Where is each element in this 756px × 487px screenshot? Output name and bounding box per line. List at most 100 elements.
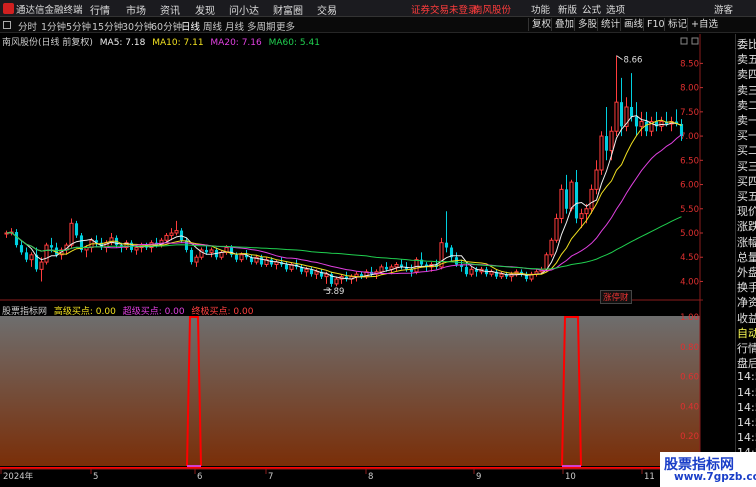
price-axis-label: 4.00 — [680, 277, 699, 287]
period-fenshi[interactable]: 分时 — [18, 19, 37, 33]
chart-area[interactable]: 8.50 8.00 7.50 7.00 6.50 6.00 5.50 5.00 4.50 4.00… — [0, 34, 703, 481]
price-axis-label: 4.50 — [680, 253, 699, 263]
logo-badge: 涨停财 — [600, 290, 632, 304]
side-panel-row: 委比 — [737, 38, 756, 51]
menu-wenxiaoda[interactable]: 问小达 — [229, 2, 259, 17]
menu-caifuquan[interactable]: 财富圈 — [273, 2, 303, 17]
period-daily[interactable]: 日线 — [181, 19, 200, 33]
add-watchlist-button[interactable]: +自选 — [687, 18, 721, 31]
period-5min[interactable]: 5分钟 — [66, 19, 91, 33]
candle-body — [39, 261, 44, 270]
period-1min[interactable]: 1分钟 — [41, 19, 66, 33]
legend-ma10: MA10: 7.11 — [152, 38, 204, 48]
menu-faxian[interactable]: 发现 — [195, 2, 215, 17]
pane-settings-icon — [680, 37, 688, 45]
indicator-axis-label: 1.00 — [680, 313, 699, 323]
indicator-name: 股票指标网 — [2, 307, 48, 317]
period-15min[interactable]: 15分钟 — [92, 19, 123, 33]
candle-body — [499, 273, 504, 278]
candle-body — [629, 107, 634, 117]
candle-body — [619, 102, 624, 127]
candle-body — [584, 208, 589, 215]
menu-shichang[interactable]: 市场 — [126, 2, 146, 17]
menu-hangqing[interactable]: 行情 — [90, 2, 110, 17]
candle-body — [204, 249, 209, 253]
candle-body — [564, 189, 569, 209]
candle-body — [574, 182, 579, 219]
indicator-s2: 超级买点: 0.00 — [122, 307, 185, 317]
candle-body — [609, 130, 614, 152]
price-axis-label: 6.00 — [680, 181, 699, 191]
candle-body — [19, 245, 24, 253]
candle-body — [464, 266, 469, 275]
candle-body — [29, 254, 34, 261]
price-axis-label: 8.00 — [680, 84, 699, 94]
candle-body — [274, 261, 279, 265]
candle-body — [174, 230, 179, 234]
menu-bar: 通达信金融终端 行情 市场 资讯 发现 问小达 财富圈 交易 证券交易未登录 南… — [0, 0, 756, 17]
period-30min[interactable]: 30分钟 — [122, 19, 153, 33]
menu-xinban[interactable]: 新版 — [558, 2, 577, 16]
kline-chart[interactable]: 8.508.007.507.006.506.005.505.004.504.00… — [0, 34, 703, 481]
period-multi[interactable]: 多周期 — [247, 19, 276, 33]
candle-body — [49, 245, 54, 248]
guest-user[interactable]: 游客 — [714, 2, 733, 16]
login-status[interactable]: 证券交易未登录 — [411, 2, 478, 16]
candle-body — [169, 232, 174, 236]
menu-jiaoyi[interactable]: 交易 — [317, 2, 337, 17]
watermark-url: www.7gpzb.com — [674, 471, 756, 483]
candle-body — [379, 266, 384, 273]
period-more[interactable]: 更多 — [276, 19, 295, 33]
side-panel-row: 买二 — [737, 144, 756, 158]
date-axis-label: 6 — [197, 472, 202, 481]
side-panel-row: 净资 — [737, 296, 756, 310]
candle-body — [384, 266, 389, 270]
candle-body — [164, 234, 169, 241]
candle-body — [69, 222, 74, 246]
candle-body — [579, 213, 584, 219]
side-panel-row: 卖一 — [737, 114, 756, 127]
candle-body — [644, 121, 649, 132]
candle-body — [24, 252, 29, 260]
candle-body — [324, 273, 329, 278]
indicator-axis-label: 0.60 — [680, 373, 699, 383]
candle-body — [589, 188, 594, 210]
layout-toggle-icon[interactable] — [3, 21, 11, 29]
ma5-line — [6, 115, 682, 280]
candle-body — [414, 259, 419, 273]
menu-zixun[interactable]: 资讯 — [160, 2, 180, 17]
side-panel-row: 卖二 — [737, 98, 756, 112]
candle-body — [14, 232, 19, 246]
candle-body — [394, 264, 399, 268]
indicator-axis-label: 0.40 — [680, 402, 699, 412]
menu-xuanxiang[interactable]: 选项 — [606, 2, 625, 16]
side-panel-row: 涨跌 — [737, 220, 756, 234]
candle-body — [679, 123, 684, 137]
candle-body — [639, 121, 644, 127]
current-stock-name[interactable]: 南风股份 — [473, 2, 511, 16]
period-60min[interactable]: 60分钟 — [151, 19, 182, 33]
date-axis-label: 8 — [368, 472, 373, 481]
main-legend: 南风股份(日线 前复权) MA5: 7.18 MA10: 7.11 MA20: … — [2, 35, 324, 48]
candle-body — [234, 254, 239, 260]
candle-body — [444, 242, 449, 248]
candle-body — [569, 181, 574, 210]
menu-gongneng[interactable]: 功能 — [531, 2, 550, 16]
indicator-axis-label: 0.80 — [680, 343, 699, 353]
candle-body — [209, 249, 214, 253]
side-panel-row: 买一 — [737, 129, 756, 143]
candle-body — [304, 268, 309, 273]
candle-body — [189, 249, 194, 263]
price-axis-label: 6.50 — [680, 156, 699, 166]
period-weekly[interactable]: 周线 — [203, 19, 222, 33]
app-logo-icon — [3, 3, 14, 14]
side-panel-row: 盘后 — [737, 357, 756, 371]
period-monthly[interactable]: 月线 — [225, 19, 244, 33]
indicator-legend: 股票指标网 高级买点: 0.00 超级买点: 0.00 终极买点: 0.00 — [2, 304, 257, 317]
app-title: 通达信金融终端 — [16, 5, 83, 16]
side-panel-row: 买五 — [737, 190, 756, 203]
side-panel-row: 14:50 — [737, 370, 756, 384]
menu-gongshi[interactable]: 公式 — [582, 2, 601, 16]
price-axis-label: 5.50 — [680, 205, 699, 215]
quote-side-panel: 委比卖五卖四卖三卖二卖一买一买二买三买四买五现价涨跌涨幅总量外盘换手净资收益自动… — [735, 34, 756, 481]
